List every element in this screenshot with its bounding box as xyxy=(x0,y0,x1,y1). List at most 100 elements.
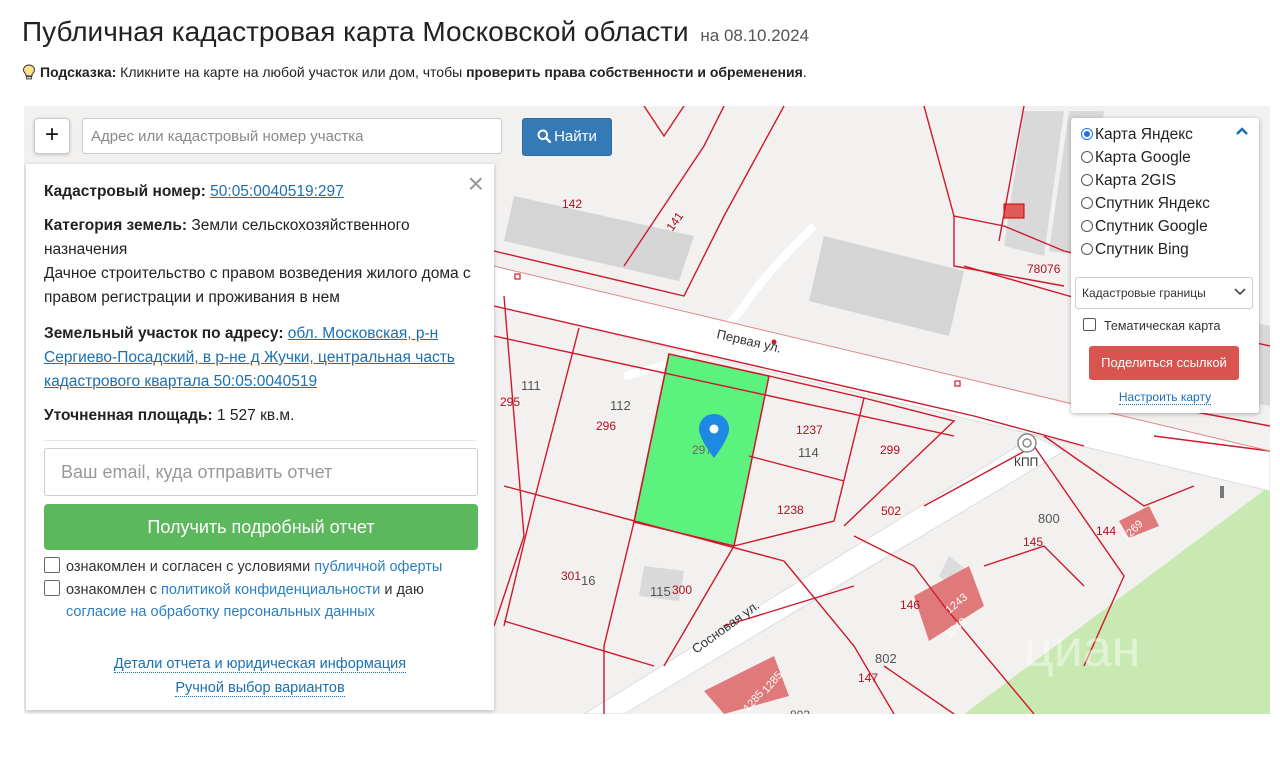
land-category-row: Категория земель: Земли сельскохозяйстве… xyxy=(44,214,484,310)
thematic-map-row: Тематическая карта xyxy=(1083,318,1220,333)
report-details-row: Детали отчета и юридическая информация xyxy=(26,656,494,673)
cadastral-map[interactable]: 141 142 111 295 112 296 297 1237 114 299… xyxy=(24,106,1270,714)
parcel-label: 145 xyxy=(1023,535,1043,549)
layer-option-label: Спутник Google xyxy=(1095,218,1208,235)
checkpoint-icon xyxy=(1017,433,1037,453)
privacy-consent-mid: и даю xyxy=(380,582,424,598)
cadastral-number-link[interactable]: 50:05:0040519:297 xyxy=(210,183,344,200)
parcel-label: 803 xyxy=(790,708,810,714)
layer-option-label: Карта Google xyxy=(1095,149,1191,166)
poi-label: КПП xyxy=(1014,455,1038,469)
personal-data-row: согласие на обработку персональных данны… xyxy=(66,601,506,623)
hint-line: Подсказка: Кликните на карте на любой уч… xyxy=(22,64,807,80)
privacy-consent-text: ознакомлен с xyxy=(66,582,162,598)
search-icon xyxy=(537,129,552,143)
area-label: Уточненная площадь: xyxy=(44,407,213,424)
parcel-label: 112 xyxy=(610,398,631,413)
layer-option-label: Спутник Яндекс xyxy=(1095,195,1210,212)
offer-consent-row: ознакомлен и согласен с условиями публич… xyxy=(44,556,484,578)
zoom-in-button[interactable]: + xyxy=(34,118,70,154)
area-value: 1 527 кв.м. xyxy=(217,407,295,424)
chevron-up-icon[interactable] xyxy=(1235,126,1249,136)
page-title-text: Публичная кадастровая карта Московской о… xyxy=(22,16,689,47)
public-offer-link[interactable]: публичной оферты xyxy=(314,559,442,575)
offer-consent-checkbox[interactable] xyxy=(44,557,60,573)
thematic-map-checkbox[interactable] xyxy=(1083,318,1096,331)
page-title: Публичная кадастровая карта Московской о… xyxy=(22,16,809,48)
radio-icon[interactable] xyxy=(1081,220,1093,232)
get-report-button[interactable]: Получить подробный отчет xyxy=(44,504,478,550)
parcel-label: 111 xyxy=(521,378,541,393)
manual-select-link[interactable]: Ручной выбор вариантов xyxy=(175,680,345,697)
address-row: Земельный участок по адресу: обл. Москов… xyxy=(44,322,484,394)
parcel-label: 502 xyxy=(881,504,901,518)
thematic-map-label: Тематическая карта xyxy=(1104,319,1221,333)
close-icon[interactable]: × xyxy=(468,170,484,198)
layer-option-label: Карта 2GIS xyxy=(1095,172,1177,189)
radio-checked-icon[interactable] xyxy=(1081,128,1093,140)
watermark-text: циан xyxy=(1024,620,1140,678)
parcel-label: 802 xyxy=(875,651,897,666)
hint-text: Кликните на карте на любой участок или д… xyxy=(116,64,467,80)
chevron-down-icon xyxy=(1234,288,1246,296)
lightbulb-icon xyxy=(22,64,36,80)
layer-option-google-satellite[interactable]: Спутник Google xyxy=(1081,218,1208,236)
parcel-label: 115 xyxy=(650,584,671,599)
parcel-label: 16 xyxy=(581,573,595,588)
search-input[interactable] xyxy=(82,118,502,154)
privacy-consent-row: ознакомлен с политикой конфиденциальност… xyxy=(44,579,484,601)
report-details-link[interactable]: Детали отчета и юридическая информация xyxy=(113,656,407,673)
radio-icon[interactable] xyxy=(1081,174,1093,186)
parcel-info-panel: × Кадастровый номер: 50:05:0040519:297 К… xyxy=(26,164,494,710)
parcel-label: 146 xyxy=(900,598,920,612)
radio-icon[interactable] xyxy=(1081,197,1093,209)
land-category-label: Категория земель: xyxy=(44,217,188,234)
parcel-label: 800 xyxy=(1038,511,1060,526)
layer-option-google-map[interactable]: Карта Google xyxy=(1081,149,1191,167)
parcel-label: 147 xyxy=(858,671,878,685)
page-date: на 08.10.2024 xyxy=(700,26,810,45)
parcel-label: 295 xyxy=(500,395,520,409)
parcel-label: 114 xyxy=(798,445,819,460)
cadastral-number-label: Кадастровый номер: xyxy=(44,183,206,200)
configure-map-row: Настроить карту xyxy=(1071,390,1259,405)
parcel-label: 142 xyxy=(562,197,582,211)
hint-label: Подсказка: xyxy=(40,64,117,80)
manual-select-row: Ручной выбор вариантов xyxy=(26,680,494,697)
layer-option-2gis-map[interactable]: Карта 2GIS xyxy=(1081,172,1176,190)
parcel-label: 301 xyxy=(561,569,581,583)
land-usage: Дачное строительство с правом возведения… xyxy=(44,265,471,306)
layer-option-bing-satellite[interactable]: Спутник Bing xyxy=(1081,241,1189,259)
divider xyxy=(44,440,476,441)
overlay-select-value: Кадастровые границы xyxy=(1082,286,1206,300)
search-button-label: Найти xyxy=(554,128,597,145)
hint-emphasis: проверить права собственности и обремене… xyxy=(466,64,803,80)
email-field[interactable] xyxy=(44,448,478,496)
layer-option-label: Спутник Bing xyxy=(1095,241,1189,258)
offer-consent-text: ознакомлен и согласен с условиями xyxy=(66,559,315,575)
parcel-label: 144 xyxy=(1096,524,1116,538)
area-row: Уточненная площадь: 1 527 кв.м. xyxy=(44,404,294,428)
layer-option-label: Карта Яндекс xyxy=(1095,126,1193,143)
share-link-button[interactable]: Поделиться ссылкой xyxy=(1089,346,1239,380)
radio-icon[interactable] xyxy=(1081,243,1093,255)
map-layers-panel: Карта Яндекс Карта Google Карта 2GIS Спу… xyxy=(1071,118,1259,413)
search-button[interactable]: Найти xyxy=(522,118,612,156)
overlay-select[interactable]: Кадастровые границы xyxy=(1075,277,1253,309)
layer-option-yandex-map[interactable]: Карта Яндекс xyxy=(1081,126,1193,144)
hint-tail: . xyxy=(802,64,807,80)
personal-data-link[interactable]: согласие на обработку персональных данны… xyxy=(66,604,375,620)
privacy-policy-link[interactable]: политикой конфиденциальности xyxy=(161,582,380,598)
radio-icon[interactable] xyxy=(1081,151,1093,163)
address-label: Земельный участок по адресу: xyxy=(44,325,284,342)
parcel-label: 300 xyxy=(672,583,692,597)
parcel-label: 78076 xyxy=(1027,262,1061,276)
parcel-label: 296 xyxy=(596,419,616,433)
parcel-label: 1238 xyxy=(777,503,804,517)
privacy-consent-checkbox[interactable] xyxy=(44,580,60,596)
cadastral-number-row: Кадастровый номер: 50:05:0040519:297 xyxy=(44,180,344,204)
parcel-label: 1237 xyxy=(796,423,823,437)
parcel-label: 299 xyxy=(880,443,900,457)
layer-option-yandex-satellite[interactable]: Спутник Яндекс xyxy=(1081,195,1210,213)
configure-map-link[interactable]: Настроить карту xyxy=(1118,390,1212,405)
